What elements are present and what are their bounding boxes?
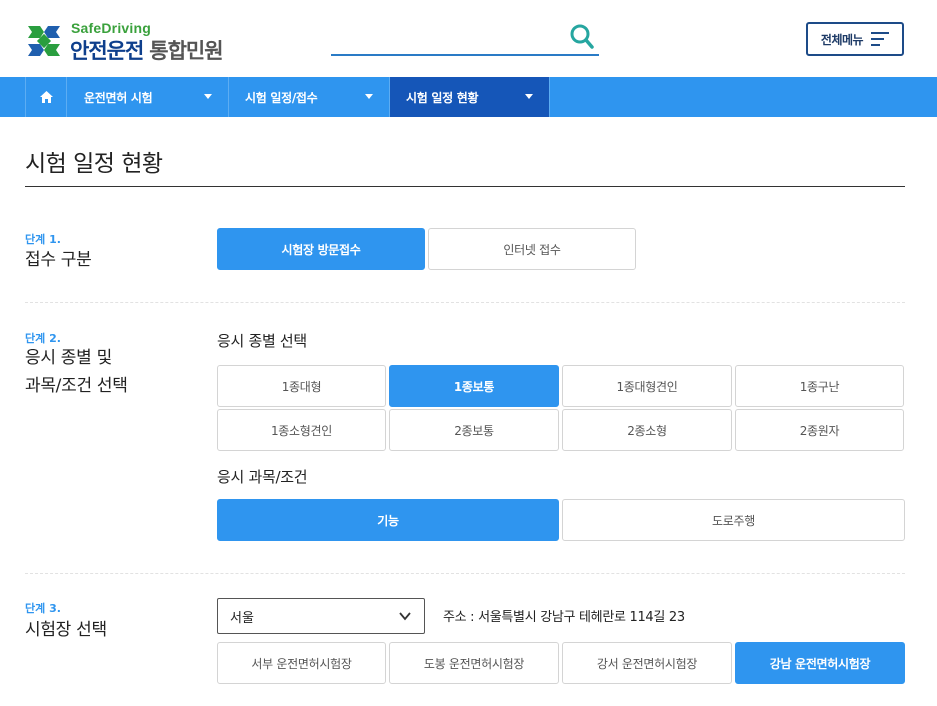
license-type-option[interactable]: 1종보통 [389, 365, 559, 407]
license-type-label: 응시 종별 선택 [217, 332, 307, 350]
nav-item-label: 시험 일정 현황 [406, 90, 479, 105]
subject-option-skill[interactable]: 기능 [217, 499, 559, 541]
logo-title-main: 안전운전 [70, 39, 144, 63]
test-center-option[interactable]: 강서 운전면허시험장 [562, 642, 732, 684]
site-logo[interactable]: SafeDriving 안전운전 통합민원 [25, 20, 255, 63]
region-select[interactable]: 서울 [217, 598, 425, 634]
nav-item-exam-schedule[interactable]: 시험 일정/접수 [229, 77, 390, 117]
logo-title: 안전운전 통합민원 [70, 35, 224, 65]
region-select-value: 서울 [230, 610, 254, 626]
subject-label: 응시 과목/조건 [217, 468, 308, 486]
step2-title-line2: 과목/조건 선택 [25, 376, 128, 396]
page-title: 시험 일정 현황 [25, 151, 163, 177]
test-center-option[interactable]: 강남 운전면허시험장 [735, 642, 905, 684]
nav-item-label: 시험 일정/접수 [245, 90, 318, 105]
title-divider [25, 186, 905, 187]
logo-subtitle: SafeDriving [71, 20, 151, 36]
step3-title: 시험장 선택 [25, 620, 107, 640]
center-address: 주소 : 서울특별시 강남구 테헤란로 114길 23 [443, 610, 685, 625]
logo-title-gray: 통합민원 [149, 39, 223, 63]
step1-number: 단계 1. [25, 233, 61, 246]
nav-item-label: 운전면허 시험 [84, 90, 153, 105]
breadcrumb-nav: 운전면허 시험 시험 일정/접수 시험 일정 현황 [0, 77, 937, 117]
license-type-option[interactable]: 1종대형 [217, 365, 386, 407]
section-divider [25, 302, 905, 303]
license-type-option[interactable]: 1종구난 [735, 365, 904, 407]
test-center-option[interactable]: 도봉 운전면허시험장 [389, 642, 559, 684]
internet-registration-button[interactable]: 인터넷 접수 [428, 228, 636, 270]
nav-item-schedule-status[interactable]: 시험 일정 현황 [390, 77, 550, 117]
full-menu-button[interactable]: 전체메뉴 [806, 22, 904, 56]
test-center-option[interactable]: 서부 운전면허시험장 [217, 642, 386, 684]
caret-down-icon [204, 94, 212, 99]
step1-title: 접수 구분 [25, 250, 92, 270]
license-type-option[interactable]: 2종원자 [735, 409, 904, 451]
visit-registration-button[interactable]: 시험장 방문접수 [217, 228, 425, 270]
search-icon[interactable] [569, 23, 595, 51]
license-type-option[interactable]: 1종대형견인 [562, 365, 732, 407]
license-type-option[interactable]: 2종소형 [562, 409, 732, 451]
search-box [331, 20, 599, 56]
home-icon [39, 91, 53, 103]
chevron-down-icon [399, 612, 411, 621]
hamburger-icon [871, 32, 890, 46]
full-menu-label: 전체메뉴 [820, 32, 864, 47]
license-type-option[interactable]: 2종보통 [389, 409, 559, 451]
license-type-option[interactable]: 1종소형견인 [217, 409, 386, 451]
clover-logo-icon [28, 26, 60, 56]
home-button[interactable] [25, 77, 67, 117]
nav-item-license-exam[interactable]: 운전면허 시험 [68, 77, 229, 117]
site-header: SafeDriving 안전운전 통합민원 전체메뉴 [0, 0, 937, 77]
section-divider [25, 573, 905, 574]
caret-down-icon [365, 94, 373, 99]
step3-number: 단계 3. [25, 602, 61, 615]
search-input[interactable] [331, 20, 561, 54]
step2-title-line1: 응시 종별 및 [25, 348, 112, 368]
subject-option-road[interactable]: 도로주행 [562, 499, 905, 541]
caret-down-icon [525, 94, 533, 99]
